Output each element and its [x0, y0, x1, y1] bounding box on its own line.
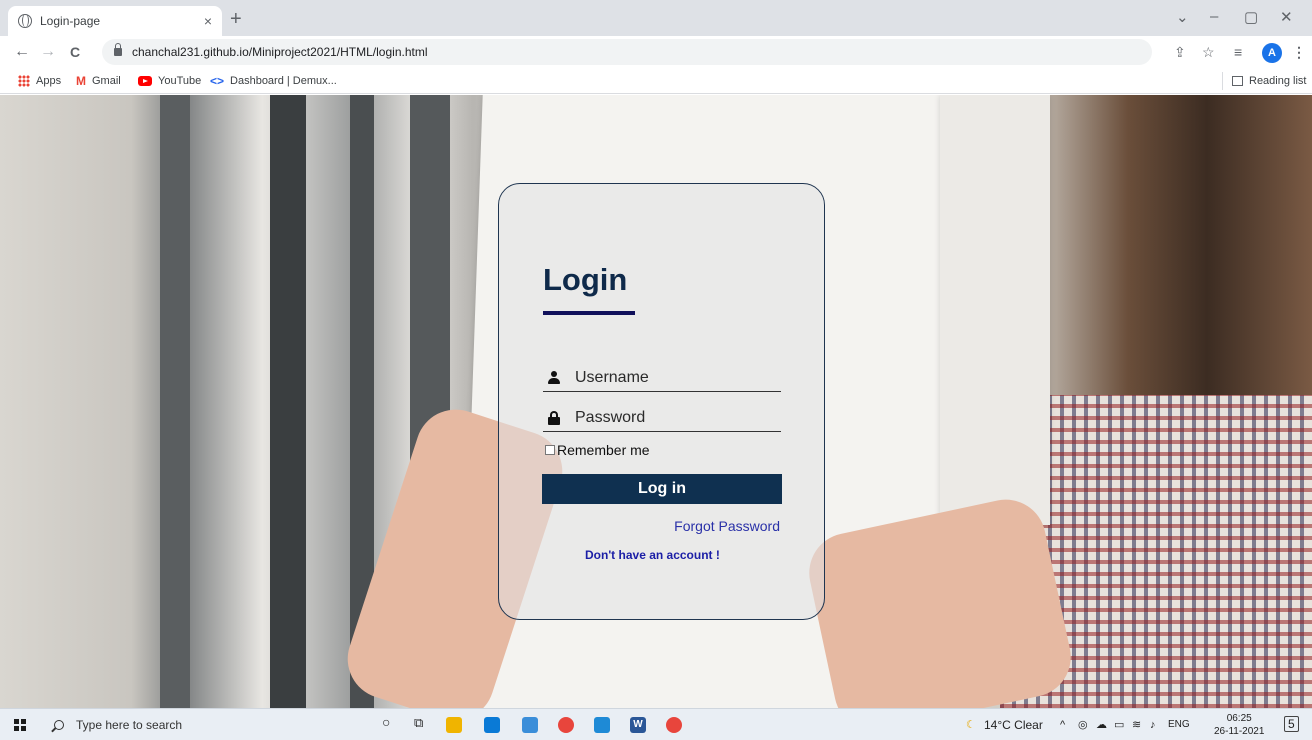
chevron-up-icon[interactable]: ^	[1060, 718, 1065, 732]
browser-tab-strip: Login-page × + ⌄ – ▢ ✕	[0, 0, 1312, 36]
browser-tab[interactable]: Login-page ×	[8, 6, 222, 36]
username-input[interactable]	[575, 368, 775, 387]
address-bar[interactable]: chanchal231.github.io/Miniproject2021/HT…	[102, 39, 1152, 65]
username-field	[543, 364, 781, 392]
demux-icon: <>	[210, 74, 225, 88]
title-underline	[543, 311, 635, 315]
apps-grid-icon	[18, 75, 30, 87]
file-explorer-icon[interactable]	[446, 717, 462, 733]
volume-icon[interactable]: ♪	[1150, 718, 1156, 732]
chrome-profile-icon[interactable]	[666, 717, 682, 733]
windows-taskbar: Type here to search ○ ⧉ W ☾ 14°C Clear ^…	[0, 708, 1312, 740]
taskbar-search[interactable]: Type here to search	[46, 713, 346, 737]
remember-checkbox[interactable]	[545, 445, 555, 455]
restore-button[interactable]: ▢	[1244, 8, 1258, 26]
new-tab-button[interactable]: +	[230, 9, 242, 29]
menu-kebab-icon[interactable]: ⋮	[1292, 44, 1306, 60]
forward-button[interactable]: →	[40, 42, 56, 62]
reading-list-icon	[1232, 76, 1243, 86]
reload-button[interactable]: C	[70, 42, 80, 62]
url-text: chanchal231.github.io/Miniproject2021/HT…	[132, 45, 428, 59]
store-icon[interactable]	[522, 717, 538, 733]
taskbar-search-placeholder: Type here to search	[76, 718, 183, 732]
back-button[interactable]: ←	[14, 42, 30, 62]
bookmarks-bar: Apps M Gmail YouTube <> Dashboard | Demu…	[0, 68, 1312, 94]
cortana-icon[interactable]: ○	[382, 715, 390, 729]
cloud-icon[interactable]: ☁	[1096, 718, 1107, 732]
bookmark-star-icon[interactable]: ☆	[1202, 44, 1215, 60]
tab-search-icon[interactable]: ⌄	[1176, 8, 1189, 26]
globe-icon	[18, 14, 32, 28]
lock-icon	[114, 43, 122, 56]
login-form: Login Remember me Log in Forgot Password…	[498, 183, 825, 620]
reading-list-button[interactable]: Reading list	[1232, 74, 1306, 88]
window-frame	[160, 95, 190, 708]
tab-title: Login-page	[40, 14, 101, 28]
remember-me[interactable]: Remember me	[545, 442, 650, 458]
bookmark-label: Apps	[36, 75, 62, 87]
battery-icon[interactable]: ▭	[1114, 718, 1124, 732]
divider	[1222, 72, 1223, 90]
password-input[interactable]	[575, 408, 775, 427]
lock-icon	[543, 410, 565, 425]
remember-label: Remember me	[557, 442, 650, 458]
forgot-password-link[interactable]: Forgot Password	[674, 518, 780, 534]
weather-icon[interactable]: ☾	[966, 718, 976, 732]
bookmark-gmail[interactable]: M Gmail	[76, 74, 121, 88]
bookmark-label: YouTube	[158, 75, 202, 87]
gmail-icon: M	[76, 74, 86, 88]
vscode-icon[interactable]	[594, 717, 610, 733]
search-icon	[54, 720, 64, 730]
media-queue-icon[interactable]: ≡	[1234, 44, 1242, 60]
signup-link[interactable]: Don't have an account !	[585, 548, 720, 562]
login-title: Login	[543, 262, 628, 297]
bookmark-label: Gmail	[92, 75, 121, 87]
wifi-icon[interactable]: ≋	[1132, 718, 1141, 732]
youtube-icon	[138, 76, 152, 86]
clock-date: 26-11-2021	[1214, 726, 1265, 737]
chrome-icon[interactable]	[558, 717, 574, 733]
windows-start-icon[interactable]	[14, 719, 26, 731]
bookmark-dashboard[interactable]: <> Dashboard | Demux...	[210, 74, 337, 88]
login-button[interactable]: Log in	[542, 474, 782, 504]
user-icon	[543, 371, 565, 384]
page-background: Login Remember me Log in Forgot Password…	[0, 95, 1312, 708]
bookmark-label: Dashboard | Demux...	[230, 75, 337, 87]
mail-icon[interactable]	[484, 717, 500, 733]
clock[interactable]: 06:25 26-11-2021	[1214, 712, 1264, 738]
meet-icon[interactable]: ◎	[1078, 718, 1088, 732]
reading-list-label: Reading list	[1249, 75, 1307, 87]
window-frame	[270, 95, 306, 708]
share-icon[interactable]: ⇪	[1174, 44, 1186, 60]
browser-toolbar: ← → C chanchal231.github.io/Miniproject2…	[0, 36, 1312, 68]
bookmark-apps[interactable]: Apps	[18, 74, 61, 88]
paper-sheet	[940, 95, 1050, 525]
notification-icon[interactable]: 5	[1284, 716, 1299, 732]
profile-avatar[interactable]: A	[1262, 43, 1282, 63]
word-icon[interactable]: W	[630, 717, 646, 733]
close-window-button[interactable]: ✕	[1280, 8, 1293, 26]
clock-time: 06:25	[1226, 713, 1252, 724]
weather-text[interactable]: 14°C Clear	[984, 718, 1043, 732]
language-indicator[interactable]: ENG	[1168, 718, 1190, 732]
tab-close-button[interactable]: ×	[204, 13, 212, 29]
task-view-icon[interactable]: ⧉	[414, 716, 423, 730]
bookmark-youtube[interactable]: YouTube	[138, 74, 201, 88]
minimize-button[interactable]: –	[1210, 8, 1218, 25]
password-field	[543, 404, 781, 432]
